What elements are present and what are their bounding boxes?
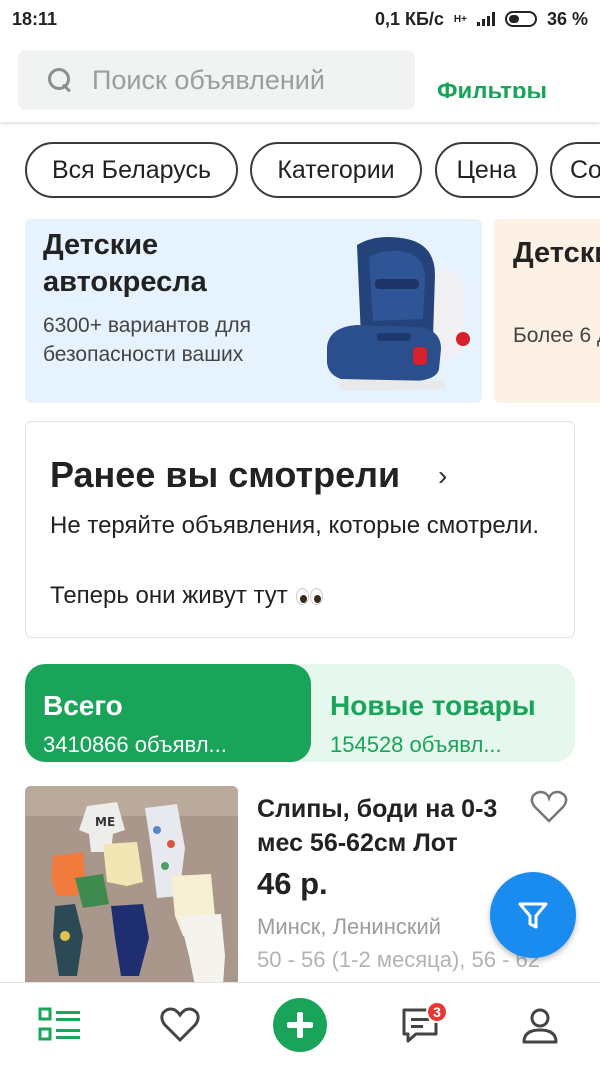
banner-toys[interactable]: Детские игрушки Более 6 для ваш: [494, 219, 600, 403]
recently-viewed-tail: Теперь они живут тут: [50, 582, 323, 610]
banner-subtitle: 6300+ вариантов для безопасности ваших д…: [43, 314, 252, 373]
status-time: 18:11: [12, 8, 58, 29]
recently-viewed-title: Ранее вы смотрели: [50, 454, 401, 495]
chevron-right-icon: ›: [438, 460, 448, 491]
tab-all-count: 3410866 объявл...: [43, 732, 227, 757]
recently-viewed-description: Не теряйте объявления, которые смотрели.: [50, 512, 540, 539]
search-input[interactable]: Поиск объявлений: [18, 50, 415, 110]
messages-badge: 3: [426, 1001, 448, 1023]
filter-chips: Вся Беларусь Категории Цена Со: [0, 142, 600, 200]
car-seat-image: [327, 237, 470, 391]
tab-new-count: 154528 объявл...: [330, 732, 502, 757]
banner-subtitle: Более 6 для ваш: [513, 324, 600, 347]
listing-price: 46 р.: [257, 866, 328, 901]
network-type: H+: [453, 13, 467, 25]
chip-categories[interactable]: Категории: [250, 142, 422, 198]
banner-title: Детские игрушки: [513, 237, 600, 269]
recently-viewed-tail-text: Теперь они живут тут: [50, 582, 288, 609]
add-icon: [273, 998, 327, 1052]
filters-button[interactable]: Фильтры: [437, 72, 547, 98]
nav-listings[interactable]: [30, 983, 90, 1066]
listing-title: Слипы, боди на 0-3 мес 56-62см Лот: [257, 795, 498, 857]
tab-new-label[interactable]: Новые товары: [330, 690, 536, 722]
heart-icon[interactable]: [530, 790, 568, 824]
search-icon: [46, 66, 74, 94]
battery-icon: [504, 11, 537, 27]
listing-location: Минск, Ленинский: [257, 914, 442, 939]
recently-viewed-card[interactable]: Ранее вы смотрели › Не теряйте объявлени…: [25, 421, 575, 638]
eyes-emoji-icon: [295, 587, 323, 605]
nav-favorites[interactable]: [150, 983, 210, 1066]
chip-price[interactable]: Цена: [435, 142, 538, 198]
svg-text:ME: ME: [95, 815, 115, 829]
chip-more[interactable]: Со: [550, 142, 600, 198]
promo-banners: Детские автокресла 6300+ вариантов для б…: [0, 219, 600, 403]
banner-car-seats[interactable]: Детские автокресла 6300+ вариантов для б…: [25, 219, 482, 403]
battery-level: 36 %: [546, 8, 588, 29]
bottom-navigation: 3: [0, 982, 600, 1066]
listing-photo: ME: [25, 786, 238, 982]
search-placeholder: Поиск объявлений: [92, 64, 325, 95]
nav-profile[interactable]: [510, 983, 570, 1066]
favorites-icon: [160, 1007, 200, 1043]
tab-all-label: Всего: [43, 690, 123, 721]
network-speed: 0,1 КБ/с: [374, 8, 444, 29]
nav-messages[interactable]: [390, 983, 450, 1066]
filter-icon: [518, 902, 548, 929]
search-header: Поиск объявлений Фильтры: [0, 38, 600, 122]
banner-title: Детские автокресла: [43, 229, 207, 298]
listings-icon: [38, 1007, 80, 1041]
listing-scope-toggle: Всего 3410866 объявл... Новые товары 154…: [25, 664, 575, 762]
profile-icon: [522, 1008, 558, 1044]
status-bar: 18:11 0,1 КБ/с H+ 36 %: [0, 0, 600, 38]
nav-add[interactable]: [270, 983, 330, 1066]
chip-region[interactable]: Вся Беларусь: [25, 142, 238, 198]
filter-fab[interactable]: [490, 872, 576, 958]
signal-icon: [476, 12, 495, 26]
